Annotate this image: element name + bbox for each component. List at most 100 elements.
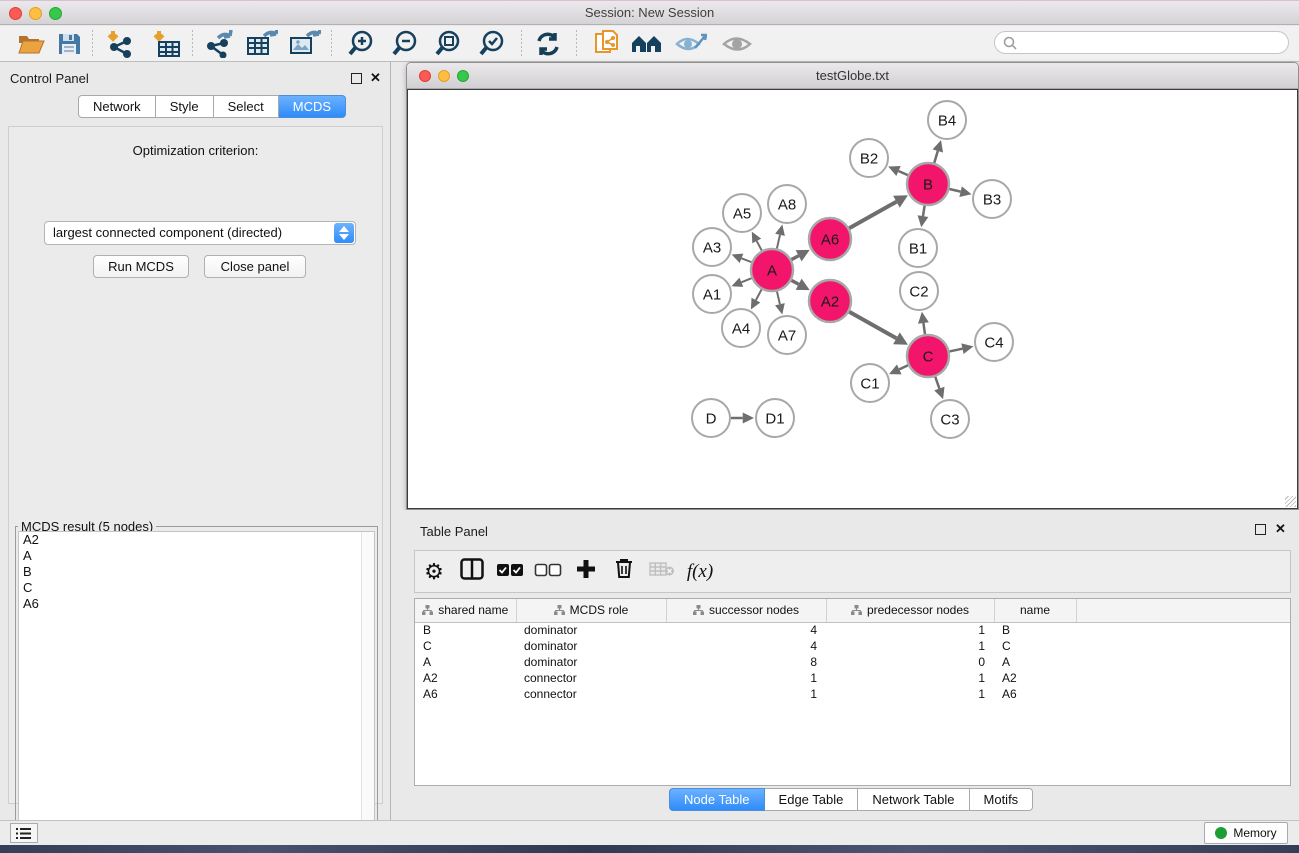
import-table-icon[interactable]: [149, 29, 183, 59]
optimization-criterion-dropdown[interactable]: largest connected component (directed): [44, 221, 356, 245]
cell-shared-name[interactable]: A6: [415, 686, 516, 702]
node-table[interactable]: shared nameMCDS rolesuccessor nodesprede…: [414, 598, 1291, 786]
cell-successor-nodes[interactable]: 8: [666, 654, 826, 670]
edge-B-B3[interactable]: [949, 189, 960, 192]
import-network-icon[interactable]: [103, 29, 137, 59]
edge-A-A4[interactable]: [756, 289, 762, 300]
export-table-icon[interactable]: [245, 29, 279, 59]
edge-A2-C[interactable]: [849, 312, 896, 339]
edge-A-A2[interactable]: [791, 280, 798, 284]
zoom-selected-icon[interactable]: [475, 29, 509, 59]
result-scrollbar[interactable]: [361, 532, 374, 853]
result-item[interactable]: B: [19, 564, 374, 580]
edge-C-C4[interactable]: [950, 349, 963, 352]
zoom-in-icon[interactable]: [344, 29, 378, 59]
result-item[interactable]: A: [19, 548, 374, 564]
close-table-panel-icon[interactable]: ✕: [1274, 522, 1287, 535]
mcds-result-list[interactable]: A2ABCA6: [18, 531, 375, 853]
export-image-icon[interactable]: [288, 29, 322, 59]
tab-network[interactable]: Network: [78, 95, 156, 118]
zoom-fit-icon[interactable]: [431, 29, 465, 59]
cell-name[interactable]: A2: [994, 670, 1076, 686]
column-view-icon[interactable]: [453, 558, 491, 586]
close-panel-button[interactable]: Close panel: [204, 255, 306, 278]
cell-name[interactable]: A: [994, 654, 1076, 670]
edge-B-B2[interactable]: [899, 171, 908, 175]
clone-network-icon[interactable]: [591, 29, 625, 59]
cell-shared-name[interactable]: A: [415, 654, 516, 670]
first-neighbors-icon[interactable]: [630, 29, 664, 59]
resize-grip-icon[interactable]: [1285, 496, 1296, 507]
result-item[interactable]: A2: [19, 532, 374, 548]
cell-predecessor-nodes[interactable]: 1: [826, 622, 994, 638]
edge-A6-B[interactable]: [849, 202, 896, 229]
cell-MCDS-role[interactable]: dominator: [516, 622, 666, 638]
table-row[interactable]: Bdominator41B: [415, 622, 1290, 638]
task-history-button[interactable]: [10, 823, 38, 843]
float-table-panel-icon[interactable]: [1255, 524, 1266, 535]
cell-successor-nodes[interactable]: 4: [666, 622, 826, 638]
column-header-predecessor-nodes[interactable]: predecessor nodes: [826, 599, 994, 622]
float-panel-icon[interactable]: [351, 73, 362, 84]
tab-edge-table[interactable]: Edge Table: [765, 788, 859, 811]
hide-selected-icon[interactable]: [674, 29, 708, 59]
cell-shared-name[interactable]: A2: [415, 670, 516, 686]
edge-B-B4[interactable]: [934, 151, 938, 163]
edge-A-A8[interactable]: [777, 235, 780, 249]
edge-B-B1[interactable]: [923, 206, 925, 216]
save-session-icon[interactable]: [52, 29, 86, 59]
open-file-icon[interactable]: [14, 29, 48, 59]
edge-C-C3[interactable]: [935, 377, 939, 389]
edge-A-A6[interactable]: [791, 256, 798, 260]
select-all-icon[interactable]: [491, 561, 529, 583]
cell-predecessor-nodes[interactable]: 1: [826, 638, 994, 654]
show-all-icon[interactable]: [720, 29, 754, 59]
run-mcds-button[interactable]: Run MCDS: [93, 255, 189, 278]
tab-mcds[interactable]: MCDS: [279, 95, 346, 118]
edge-A-A7[interactable]: [777, 291, 780, 304]
delete-column-icon[interactable]: [605, 558, 643, 585]
cell-predecessor-nodes[interactable]: 0: [826, 654, 994, 670]
table-settings-icon[interactable]: ⚙: [415, 559, 453, 585]
result-item[interactable]: A6: [19, 596, 374, 612]
column-header-name[interactable]: name: [994, 599, 1076, 622]
cell-successor-nodes[interactable]: 1: [666, 686, 826, 702]
memory-button[interactable]: Memory: [1204, 822, 1288, 844]
tab-network-table[interactable]: Network Table: [858, 788, 969, 811]
cell-shared-name[interactable]: C: [415, 638, 516, 654]
tab-style[interactable]: Style: [156, 95, 214, 118]
tab-select[interactable]: Select: [214, 95, 279, 118]
deselect-all-icon[interactable]: [529, 561, 567, 583]
table-row[interactable]: A6connector11A6: [415, 686, 1290, 702]
export-network-icon[interactable]: [202, 29, 236, 59]
cell-name[interactable]: C: [994, 638, 1076, 654]
table-row[interactable]: A2connector11A2: [415, 670, 1290, 686]
cell-shared-name[interactable]: B: [415, 622, 516, 638]
cell-successor-nodes[interactable]: 4: [666, 638, 826, 654]
edge-C-C1[interactable]: [899, 365, 908, 369]
search-box[interactable]: [994, 31, 1289, 54]
edge-C-C2[interactable]: [923, 323, 925, 334]
cell-predecessor-nodes[interactable]: 1: [826, 670, 994, 686]
cell-name[interactable]: B: [994, 622, 1076, 638]
edge-A-A3[interactable]: [742, 258, 752, 262]
cell-MCDS-role[interactable]: dominator: [516, 654, 666, 670]
edge-A-A1[interactable]: [741, 278, 751, 282]
close-panel-icon[interactable]: ✕: [369, 71, 382, 84]
result-item[interactable]: C: [19, 580, 374, 596]
cell-MCDS-role[interactable]: connector: [516, 686, 666, 702]
table-row[interactable]: Adominator80A: [415, 654, 1290, 670]
search-input[interactable]: [1017, 36, 1288, 50]
refresh-icon[interactable]: [531, 29, 565, 59]
network-canvas[interactable]: B4B2BB3A5A8A6B1A3AA1C2A2A4A7CC4C1C3DD1: [407, 89, 1298, 509]
table-row[interactable]: Cdominator41C: [415, 638, 1290, 654]
column-header-MCDS-role[interactable]: MCDS role: [516, 599, 666, 622]
cell-MCDS-role[interactable]: dominator: [516, 638, 666, 654]
tab-node-table[interactable]: Node Table: [669, 788, 765, 811]
tab-motifs[interactable]: Motifs: [970, 788, 1034, 811]
edge-A-A5[interactable]: [757, 241, 762, 251]
column-header-successor-nodes[interactable]: successor nodes: [666, 599, 826, 622]
cell-predecessor-nodes[interactable]: 1: [826, 686, 994, 702]
add-column-icon[interactable]: [567, 559, 605, 585]
zoom-out-icon[interactable]: [388, 29, 422, 59]
